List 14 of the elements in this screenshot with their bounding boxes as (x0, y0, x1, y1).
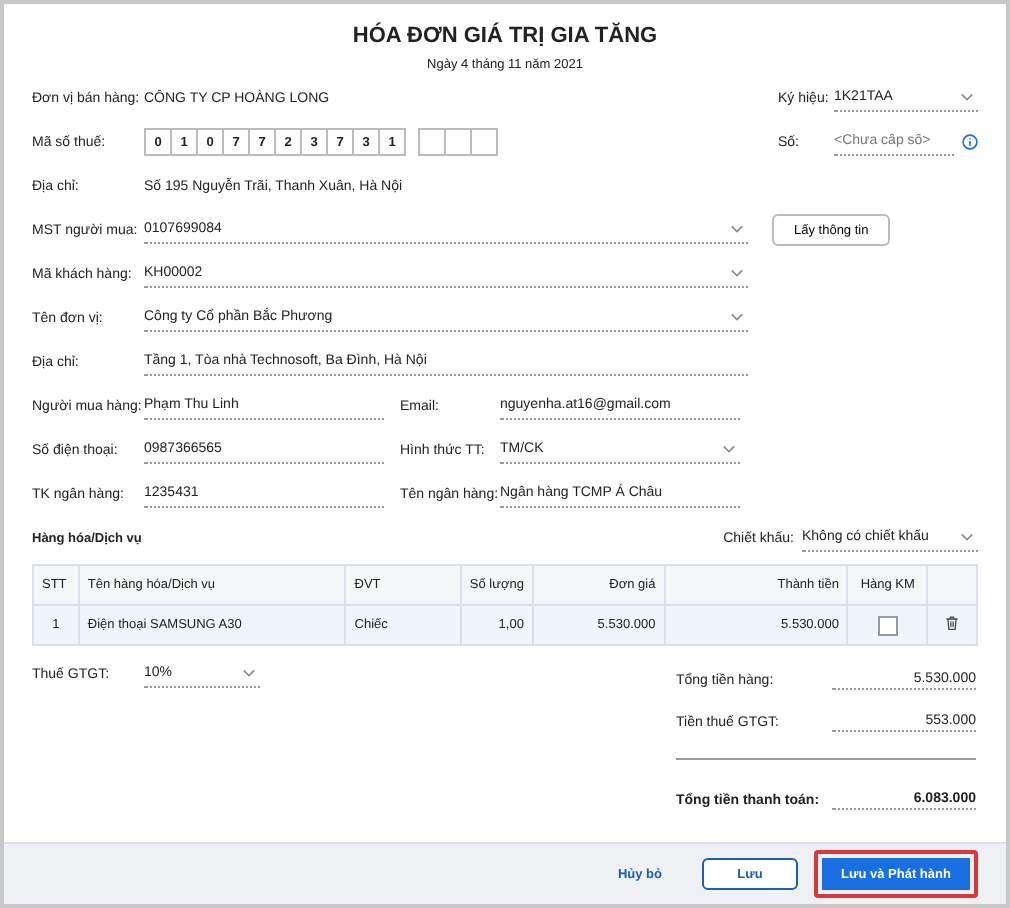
invoice-title: HÓA ĐƠN GIÁ TRỊ GIA TĂNG (350, 24, 660, 48)
trash-icon[interactable] (944, 614, 961, 632)
info-icon[interactable] (962, 134, 978, 150)
chevron-down-icon[interactable] (242, 668, 256, 678)
tax-digit-box[interactable] (472, 128, 498, 156)
chevron-down-icon[interactable] (730, 224, 744, 234)
chevron-down-icon[interactable] (730, 268, 744, 278)
promo-checkbox[interactable] (877, 615, 898, 635)
chevron-down-icon[interactable] (730, 312, 744, 322)
chevron-down-icon[interactable] (960, 92, 974, 102)
chevron-down-icon[interactable] (960, 532, 974, 542)
tax-digit-box[interactable] (420, 128, 446, 156)
tax-digit-box[interactable] (446, 128, 472, 156)
chevron-down-icon[interactable] (722, 444, 736, 454)
